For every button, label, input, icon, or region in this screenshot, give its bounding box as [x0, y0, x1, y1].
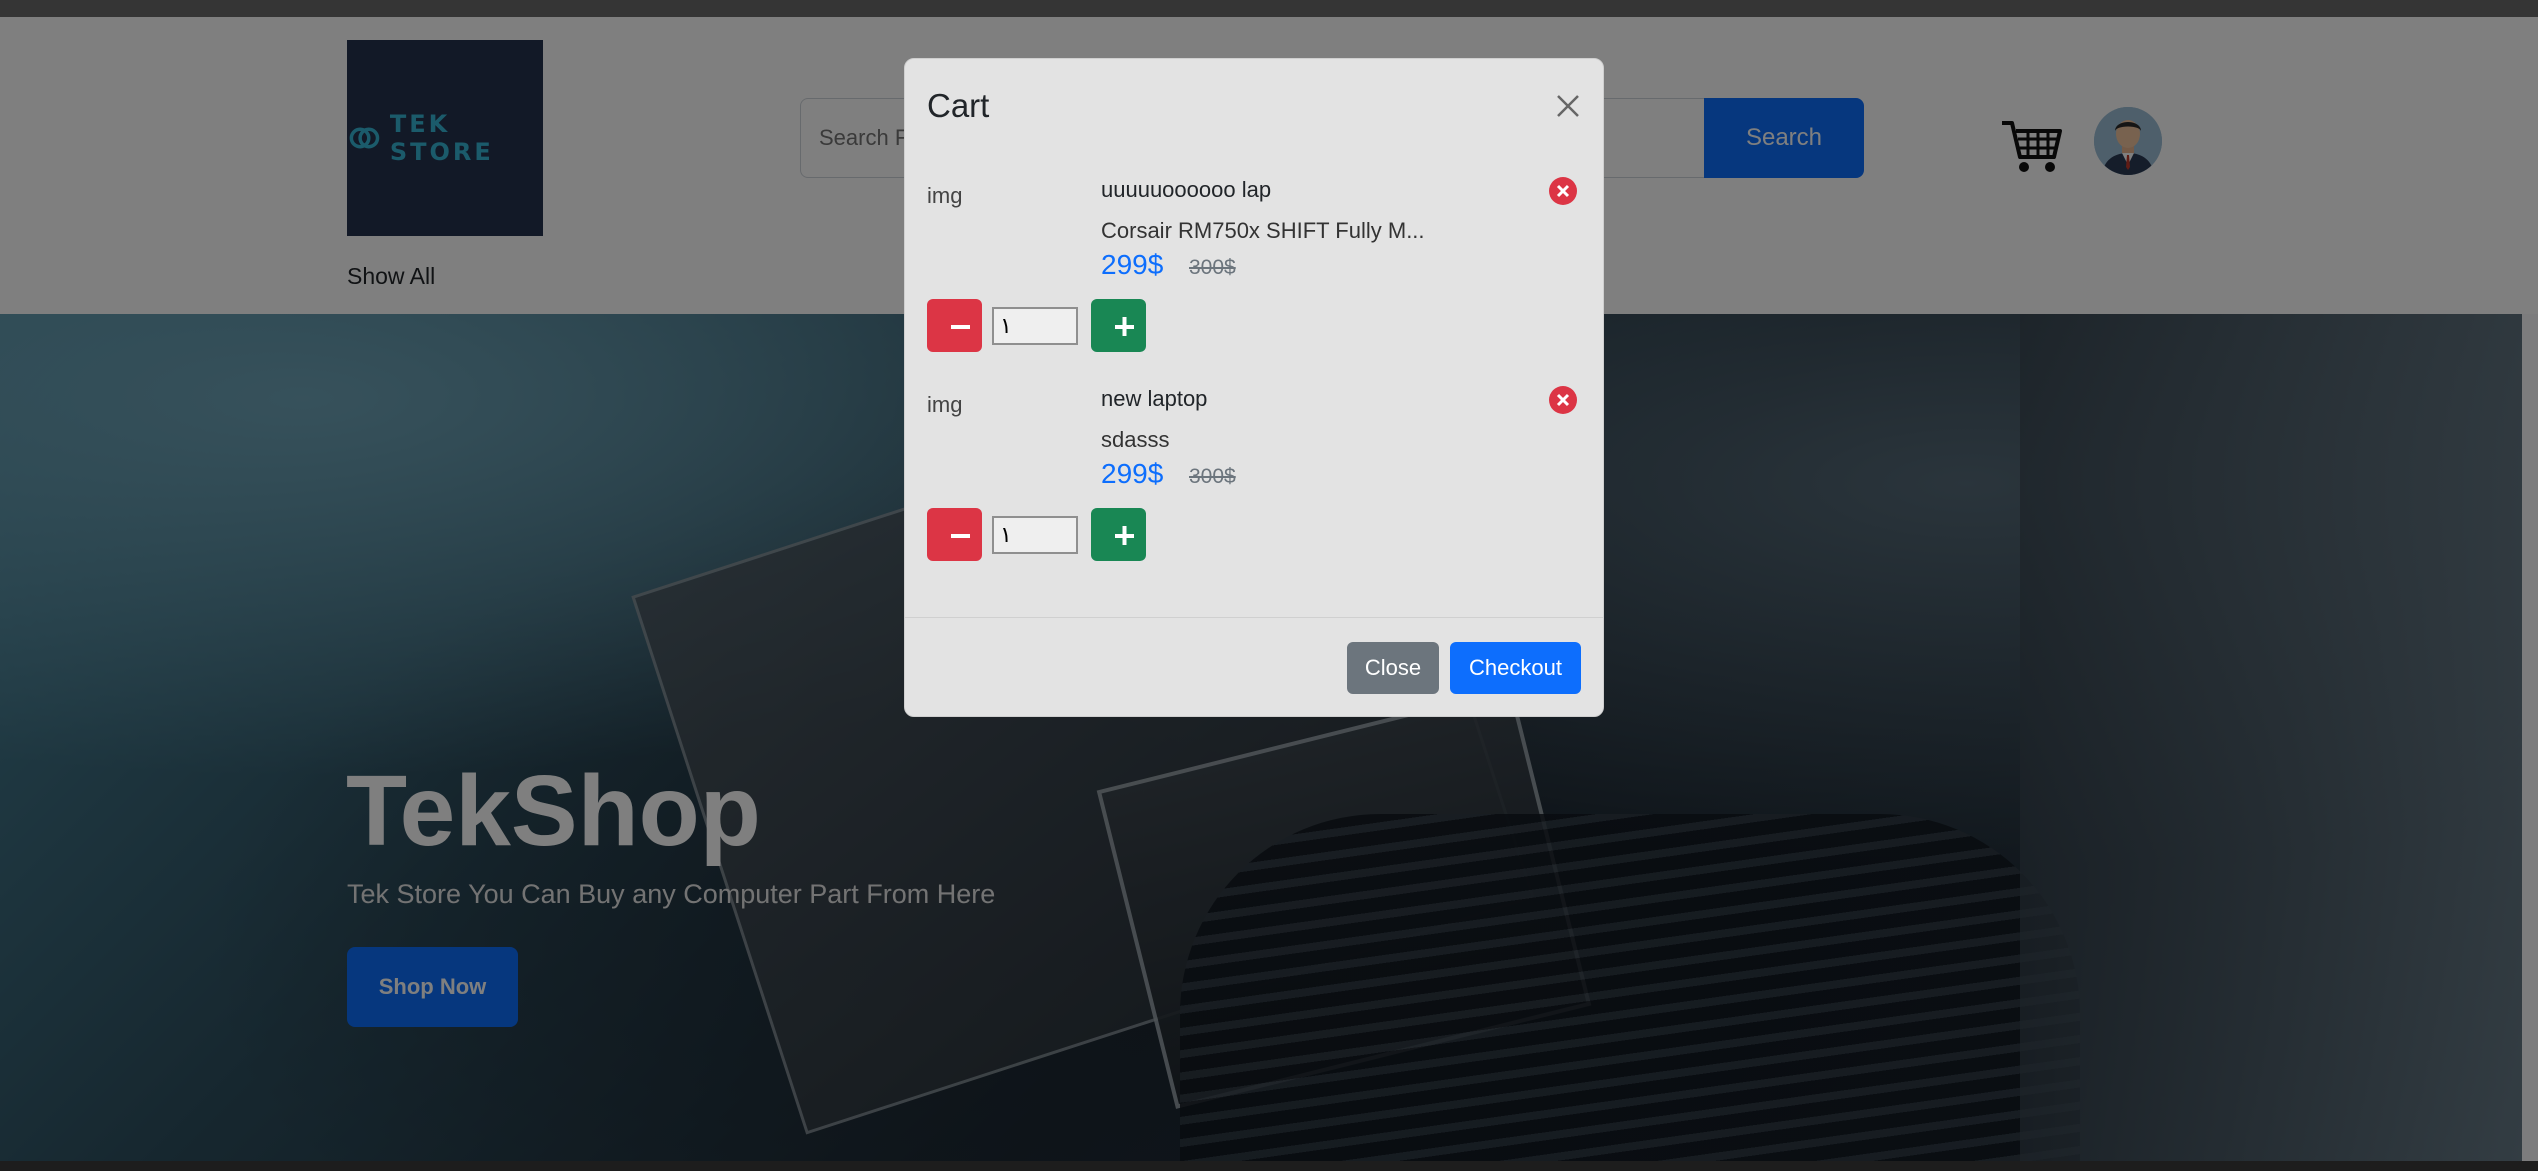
cart-modal: Cart img uuuuuoooooo lap Corsair RM750x …	[904, 58, 1604, 717]
modal-title: Cart	[927, 87, 990, 124]
remove-item-button[interactable]	[1549, 386, 1577, 414]
plus-icon	[1115, 526, 1134, 545]
modal-close-button[interactable]	[1551, 89, 1585, 123]
item-price: 299$	[1101, 249, 1164, 280]
decrease-quantity-button[interactable]	[927, 299, 982, 352]
checkout-button[interactable]: Checkout	[1450, 642, 1581, 694]
decrease-quantity-button[interactable]	[927, 508, 982, 561]
item-old-price: 300$	[1189, 465, 1236, 488]
quantity-input[interactable]	[992, 307, 1078, 345]
minus-icon	[951, 325, 970, 329]
item-name: new laptop	[1101, 386, 1208, 411]
item-image: img	[927, 183, 963, 208]
plus-icon	[1115, 317, 1134, 336]
item-description: sdasss	[1101, 427, 1170, 452]
remove-item-button[interactable]	[1549, 177, 1577, 205]
increase-quantity-button[interactable]	[1091, 508, 1146, 561]
remove-icon	[1556, 393, 1570, 407]
item-price: 299$	[1101, 458, 1164, 489]
close-button[interactable]: Close	[1347, 642, 1439, 694]
modal-header: Cart	[905, 59, 1603, 149]
item-description: Corsair RM750x SHIFT Fully M...	[1101, 218, 1425, 243]
item-old-price: 300$	[1189, 256, 1236, 279]
quantity-input[interactable]	[992, 516, 1078, 554]
minus-icon	[951, 534, 970, 538]
item-image: img	[927, 392, 963, 417]
remove-icon	[1556, 184, 1570, 198]
modal-footer-divider	[905, 617, 1603, 618]
close-icon	[1557, 95, 1579, 117]
increase-quantity-button[interactable]	[1091, 299, 1146, 352]
item-name: uuuuuoooooo lap	[1101, 177, 1272, 202]
